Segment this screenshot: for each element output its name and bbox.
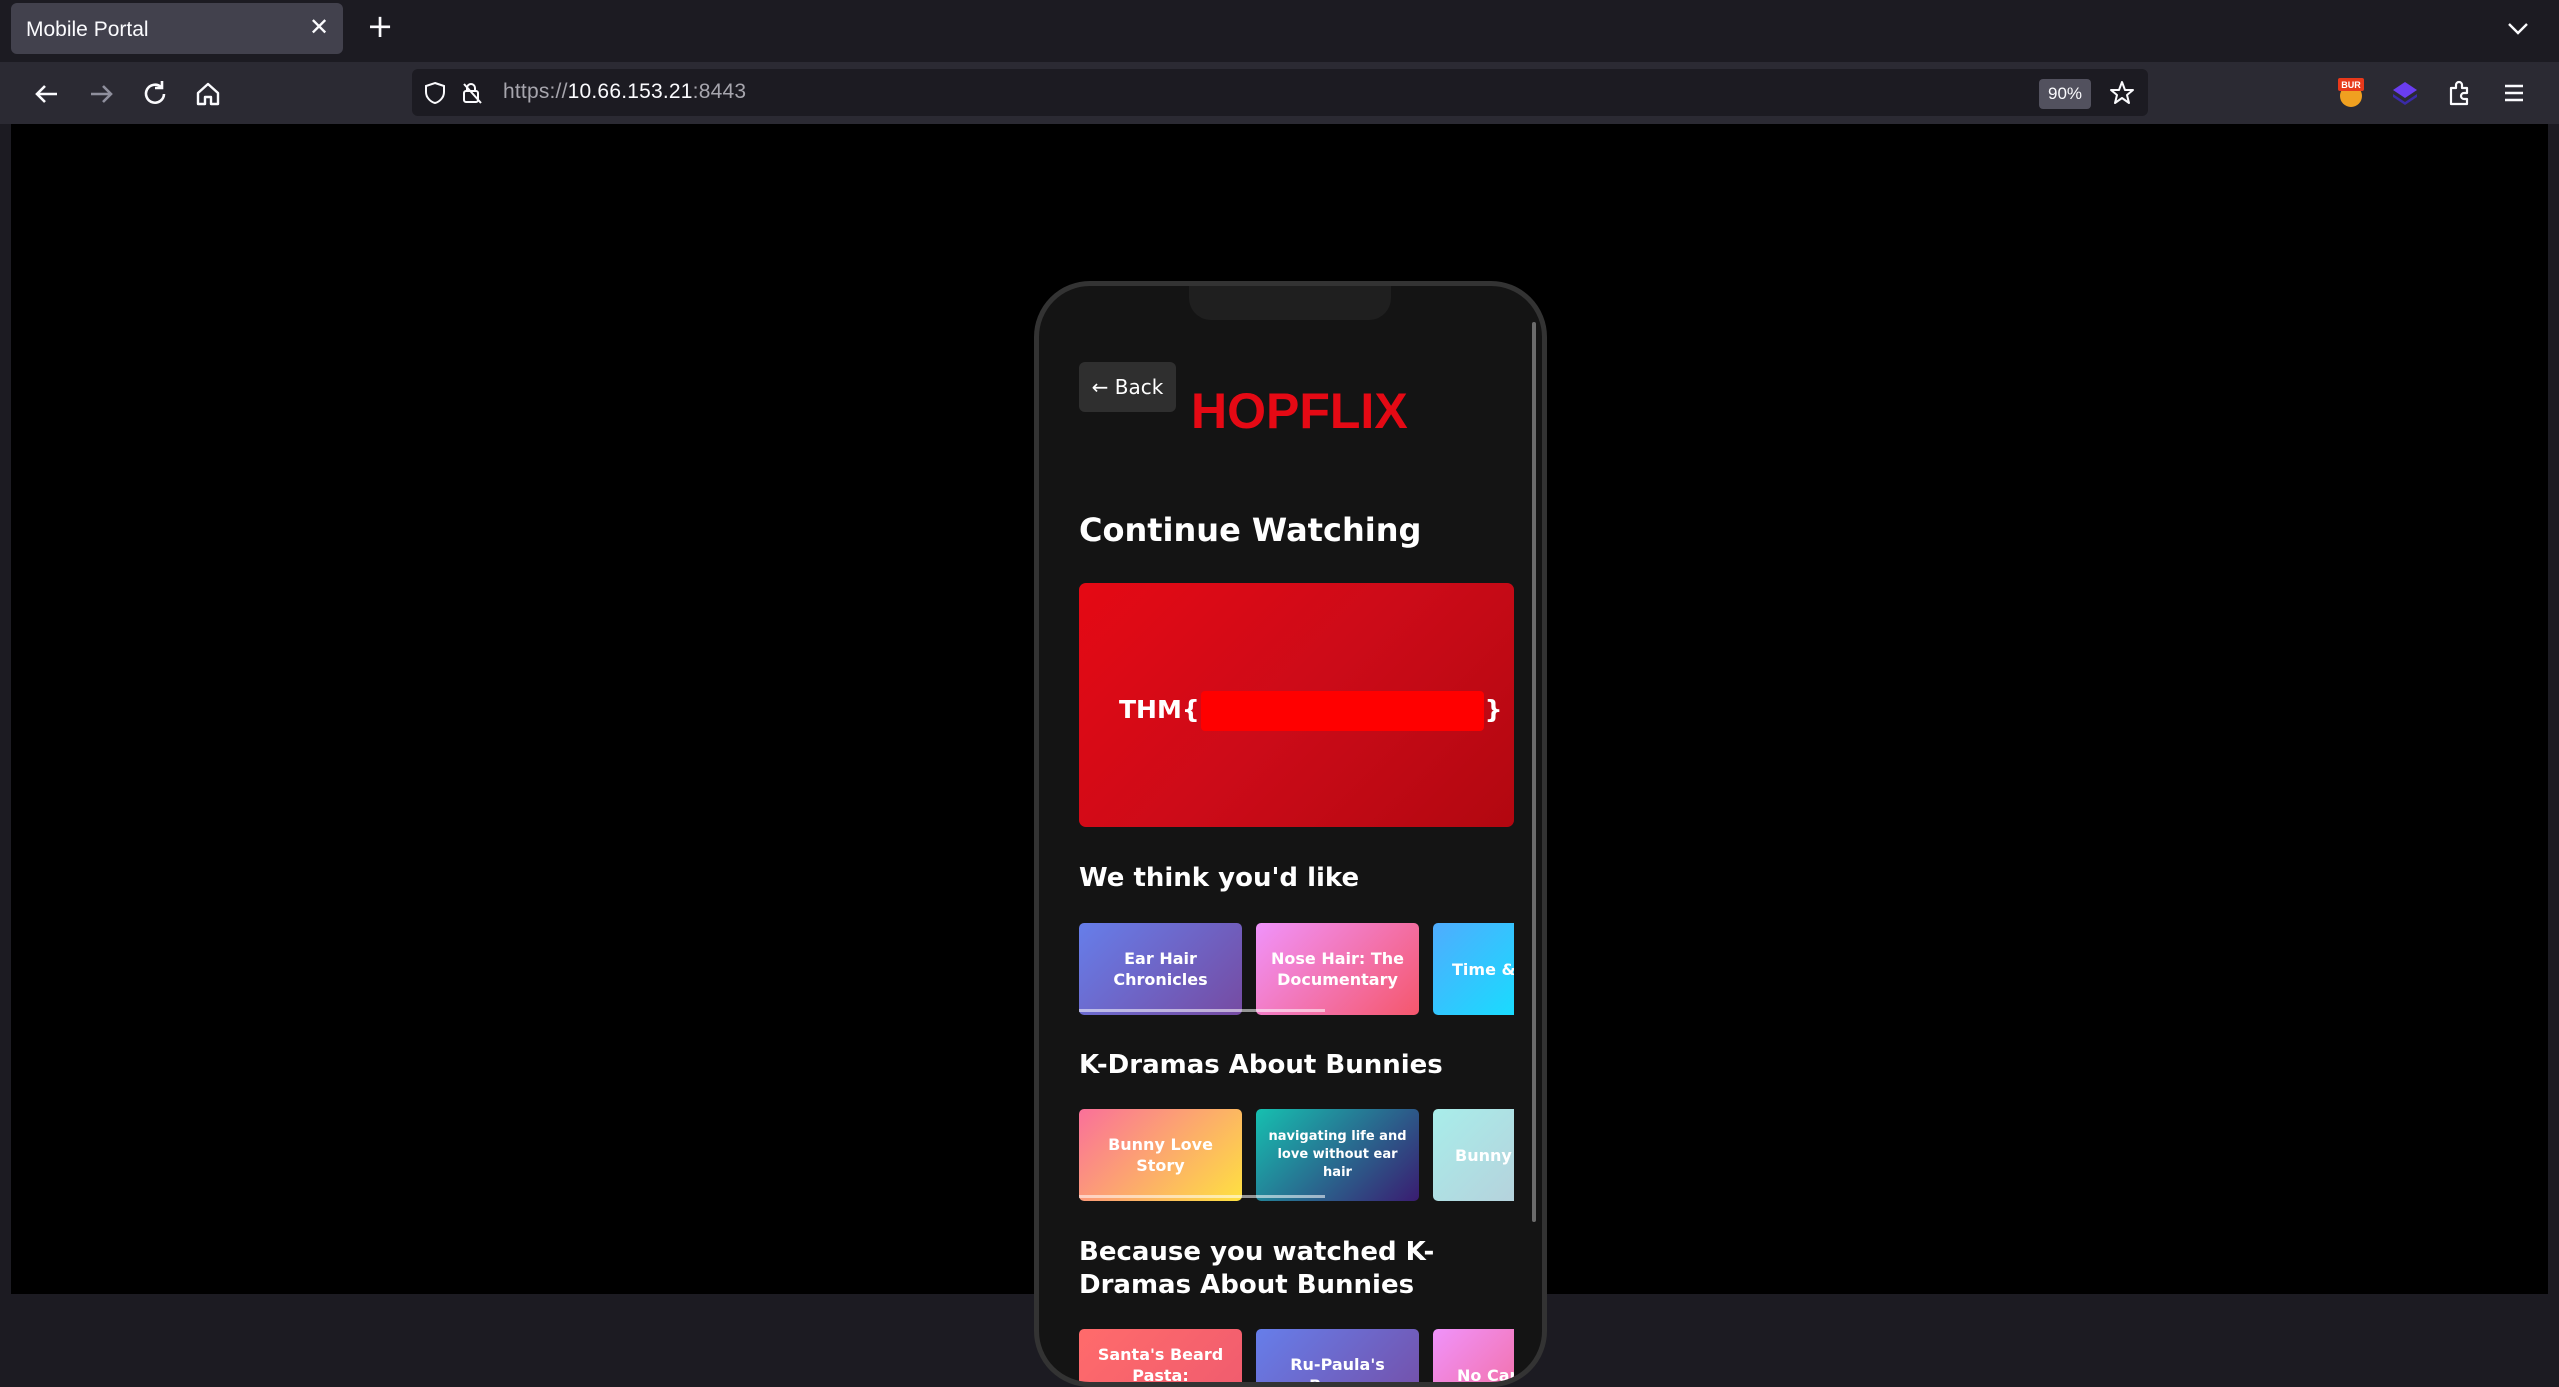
tab-title: Mobile Portal (26, 18, 149, 42)
url-text[interactable]: https://10.66.153.21:8443 (503, 80, 746, 104)
movie-card-title: Ear Hair Chronicles (1089, 948, 1232, 990)
phone-frame: ← Back HOPFLIX Continue Watching THM{} W… (1034, 281, 1547, 1387)
continue-watching-title: Continue Watching (1079, 511, 1421, 549)
movie-card-title: Bunny Love Story (1089, 1134, 1232, 1176)
section-title-kdramas: K-Dramas About Bunnies (1079, 1050, 1443, 1080)
chevron-down-icon[interactable] (2505, 16, 2531, 40)
flag-prefix: THM{ (1119, 695, 1200, 724)
extensions-puzzle-icon[interactable] (2442, 76, 2476, 110)
new-tab-icon[interactable]: + (365, 12, 395, 42)
home-icon[interactable] (190, 76, 226, 112)
because-you-watched-row[interactable]: Santa's Beard Pasta: Restaurant Ru-Paula… (1079, 1329, 1514, 1387)
movie-card-title: No Cap: (1457, 1365, 1514, 1386)
section-title-because-you-watched: Because you watched K-Dramas About Bunni… (1079, 1236, 1509, 1302)
movie-card[interactable]: Time & H (1433, 923, 1514, 1015)
movie-card-title: Ru-Paula's Bunny (1266, 1354, 1409, 1387)
movie-card[interactable]: Bunny W (1433, 1109, 1514, 1201)
shield-icon[interactable] (423, 81, 447, 105)
movie-card-title: Nose Hair: The Documentary (1266, 948, 1409, 990)
url-port: :8443 (693, 80, 747, 103)
tab-strip: Mobile Portal ✕ + (0, 0, 2559, 62)
movie-card-title: navigating life and love without ear hai… (1266, 1128, 1409, 1182)
movie-card[interactable]: navigating life and love without ear hai… (1256, 1109, 1419, 1201)
flag-text: THM{} (1119, 691, 1502, 731)
phone-notch (1189, 282, 1391, 320)
movie-card[interactable]: Nose Hair: The Documentary (1256, 923, 1419, 1015)
continue-watching-card[interactable]: THM{} (1079, 583, 1514, 827)
kdramas-row[interactable]: Bunny Love Story navigating life and lov… (1079, 1109, 1514, 1201)
hopflix-logo: HOPFLIX (1191, 386, 1408, 436)
movie-card-title: Santa's Beard Pasta: Restaurant (1089, 1344, 1232, 1387)
back-button[interactable]: ← Back (1079, 362, 1176, 412)
movie-card-title: Bunny W (1455, 1145, 1514, 1166)
section-title-recommended: We think you'd like (1079, 863, 1359, 893)
lock-warning-icon[interactable] (460, 81, 484, 105)
url-bar[interactable]: https://10.66.153.21:8443 90% (412, 69, 2148, 116)
reload-icon[interactable] (137, 76, 173, 112)
row-scroll-indicator (1079, 1009, 1325, 1012)
flag-suffix: } (1485, 695, 1503, 724)
movie-card[interactable]: Santa's Beard Pasta: Restaurant (1079, 1329, 1242, 1387)
navigation-toolbar: https://10.66.153.21:8443 90% BUR (0, 62, 2559, 124)
movie-card[interactable]: No Cap: (1433, 1329, 1514, 1387)
zoom-level-badge[interactable]: 90% (2039, 79, 2091, 109)
back-arrow-icon[interactable] (29, 76, 65, 112)
movie-card[interactable]: Bunny Love Story (1079, 1109, 1242, 1201)
close-tab-icon[interactable]: ✕ (307, 15, 331, 39)
forward-arrow-icon[interactable] (83, 76, 119, 112)
bookmark-star-icon[interactable] (2108, 79, 2136, 107)
hamburger-menu-icon[interactable] (2497, 76, 2531, 110)
row-scroll-indicator (1079, 1195, 1325, 1198)
burp-badge-text: BUR (2341, 80, 2361, 90)
layers-extension-icon[interactable] (2388, 76, 2422, 110)
movie-card[interactable]: Ear Hair Chronicles (1079, 923, 1242, 1015)
url-host: 10.66.153.21 (568, 80, 693, 103)
url-scheme: https:// (503, 80, 568, 103)
movie-card-title: Time & H (1452, 959, 1514, 980)
recommended-row[interactable]: Ear Hair Chronicles Nose Hair: The Docum… (1079, 923, 1514, 1015)
redaction-box (1201, 691, 1484, 731)
movie-card[interactable]: Ru-Paula's Bunny (1256, 1329, 1419, 1387)
burp-extension-icon[interactable]: BUR (2334, 76, 2368, 110)
page-viewport: ← Back HOPFLIX Continue Watching THM{} W… (11, 124, 2548, 1294)
browser-tab[interactable]: Mobile Portal ✕ (11, 3, 343, 54)
phone-scrollbar[interactable] (1532, 322, 1536, 1222)
